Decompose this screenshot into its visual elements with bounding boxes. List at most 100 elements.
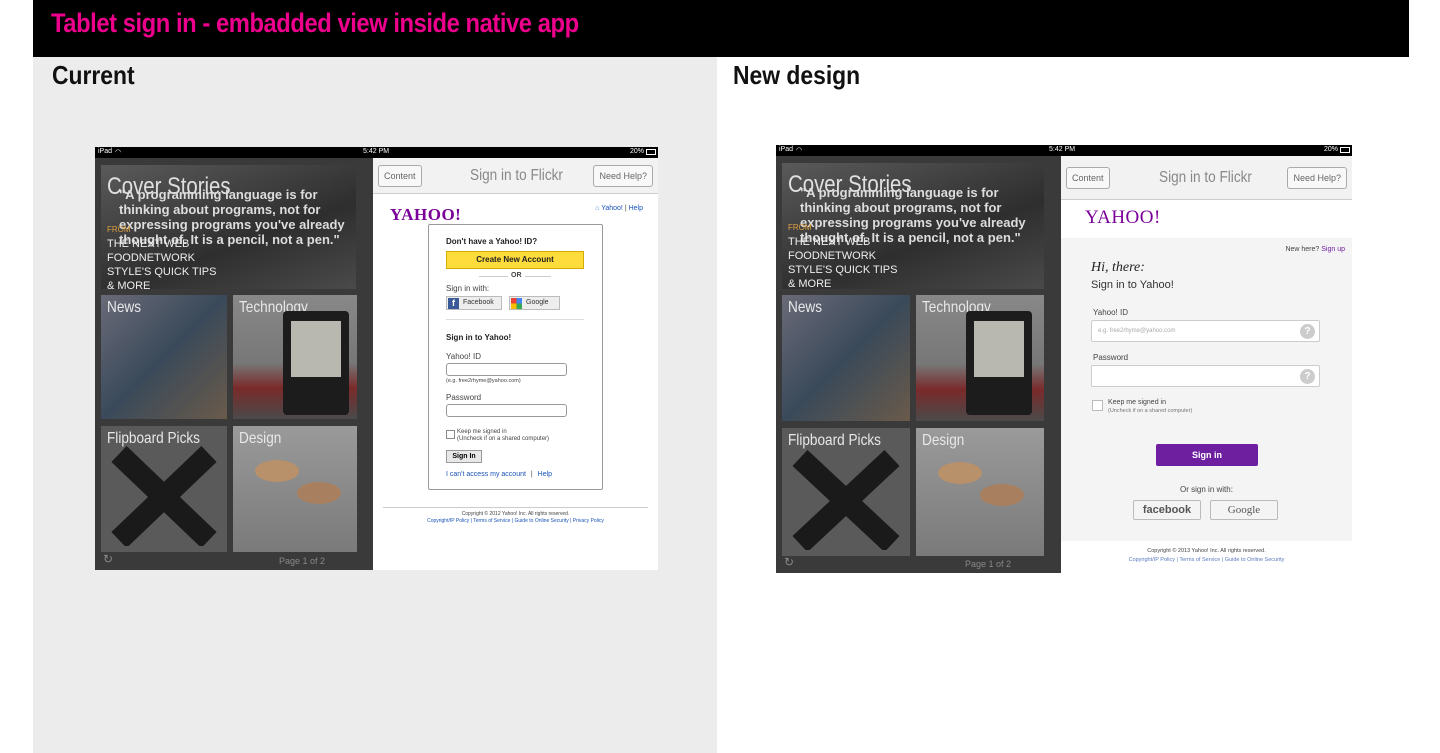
status-time: 5:42 PM [1049,146,1076,153]
page: Tablet sign in - embadded view inside na… [0,0,1440,753]
cant-access-link[interactable]: I can't access my account [446,471,526,478]
help-link[interactable]: Help [538,471,552,478]
yahoo-id-input[interactable]: e.g. free2rhyme@yahoo.com ? [1091,320,1320,342]
facebook-button[interactable]: facebook [1133,500,1201,520]
yahoo-id-input[interactable] [446,363,567,376]
keep-signed-in-label: Keep me signed in (Uncheck if on a share… [457,429,549,443]
google-button[interactable]: Google [509,296,560,310]
yahoo-logo: YAHOO! [390,205,462,224]
yahoo-id-placeholder: e.g. free2rhyme@yahoo.com [1098,328,1176,334]
password-input[interactable]: ? [1091,365,1320,387]
stool-image [255,460,299,482]
yahoo-logo: YAHOO! [1085,207,1161,228]
greeting: Hi, there: [1091,260,1145,275]
or-label: OR [508,272,525,279]
sign-in-box: Don't have a Yahoo! ID? Create New Accou… [428,224,603,490]
google-icon [511,298,522,309]
help-icon[interactable]: ? [1300,324,1315,339]
tile-label-flipboard-picks: Flipboard Picks [788,432,881,449]
content-back-button[interactable]: Content [378,165,422,187]
refresh-icon[interactable]: ↻ [103,552,113,566]
tile-design[interactable]: Design [233,426,357,552]
no-id-text: Don't have a Yahoo! ID? [446,237,538,246]
status-bar: iPad ◠ 5:42 PM 20% [95,147,658,158]
cover-item: FOODNETWORK [788,250,876,262]
cover-item: STYLE'S QUICK TIPS [107,266,217,278]
link-separator: | [624,205,627,212]
label-current: Current [52,60,135,90]
logo-band: YAHOO! [1061,200,1352,238]
tile-flipboard-picks[interactable]: Flipboard Picks [782,428,910,556]
sign-in-button[interactable]: Sign in [1156,444,1258,466]
sign-in-with-label: Sign in with: [446,284,490,293]
pager: Page 1 of 2 [965,559,1012,569]
sign-up-link[interactable]: Sign up [1321,246,1345,253]
footer-links[interactable]: Copyright/IP Policy | Terms of Service |… [373,518,658,524]
need-help-button[interactable]: Need Help? [593,165,653,187]
sign-in-subtitle: Sign in to Yahoo! [1091,279,1174,291]
google-button[interactable]: Google [1210,500,1278,520]
tile-flipboard-picks[interactable]: Flipboard Picks [101,426,227,552]
x-image [792,450,900,550]
tile-news[interactable]: News [101,295,227,419]
pane-nav-bar: Content Sign in to Flickr Need Help? [1061,156,1352,200]
help-icon[interactable]: ? [1300,369,1315,384]
tile-label-news: News [788,299,823,316]
keep-signed-text: Keep me signed in [1108,399,1166,406]
stool-image [938,462,982,484]
google-label: Google [526,299,549,306]
facebook-icon: f [448,298,459,309]
home-icon: ⌂ [595,205,600,212]
cover-item: STYLE'S QUICK TIPS [788,264,898,276]
flipboard-background: Cover Stories "A programming language is… [95,158,373,570]
tile-label-news: News [107,299,142,316]
keep-signed-in-checkbox[interactable] [446,430,455,439]
account-links: I can't access my account | Help [446,471,552,478]
x-image [111,446,217,546]
facebook-button[interactable]: f Facebook [446,296,502,310]
cover-list: FROM THE NEXT WEB FOODNETWORK STYLE'S QU… [788,221,897,289]
device-name: iPad [98,148,113,155]
yahoo-link[interactable]: Yahoo! [601,205,623,212]
keep-signed-hint: (Uncheck if on a shared computer) [1108,408,1193,414]
ipad-screenshot-new: iPad ◠ 5:42 PM 20% Cover Stories "A prog… [776,145,1352,573]
kindle-image [966,311,1032,415]
kindle-image [283,311,349,415]
tile-label-design: Design [239,430,282,447]
status-time: 5:42 PM [363,148,390,155]
keep-signed-in-checkbox[interactable] [1092,400,1103,411]
refresh-icon[interactable]: ↻ [784,555,794,569]
label-new-design: New design [733,60,861,90]
from-label: FROM [107,225,131,234]
footer-links[interactable]: Copyright/IP Policy | Terms of Service |… [1061,557,1352,563]
nav-title: Sign in to Flickr [1159,169,1252,186]
page-title: Tablet sign in - embadded view inside na… [51,8,579,38]
status-bar: iPad ◠ 5:42 PM 20% [776,145,1352,156]
tile-cover-stories[interactable]: Cover Stories "A programming language is… [101,165,356,289]
create-account-button[interactable]: Create New Account [446,251,584,269]
nav-title: Sign in to Flickr [470,167,563,184]
content-back-button[interactable]: Content [1066,167,1110,189]
link-separator: | [530,471,533,478]
from-label: FROM [788,223,812,232]
sign-in-pane-current: Content Sign in to Flickr Need Help? YAH… [373,158,658,570]
copyright: Copyright © 2013 Yahoo! Inc. All rights … [1147,548,1266,554]
keep-signed-hint: (Uncheck if on a shared computer) [457,436,550,442]
new-here-text: New here? [1285,246,1320,253]
tile-technology[interactable]: Technology [233,295,357,419]
battery-icon [1340,147,1350,153]
yahoo-id-label: Yahoo! ID [1093,308,1128,317]
tile-design[interactable]: Design [916,428,1044,556]
cover-list: FROM THE NEXT WEB FOODNETWORK STYLE'S QU… [107,223,216,289]
sign-in-button[interactable]: Sign In [446,450,482,463]
password-input[interactable] [446,404,567,417]
tile-technology[interactable]: Technology [916,295,1044,421]
tile-cover-stories[interactable]: Cover Stories "A programming language is… [782,163,1044,289]
ipad-screenshot-current: iPad ◠ 5:42 PM 20% Cover Stories "A prog… [95,147,658,570]
cover-item: & MORE [788,278,832,289]
footer-divider [383,507,648,508]
help-link[interactable]: Help [629,205,643,212]
tile-news[interactable]: News [782,295,910,421]
need-help-button[interactable]: Need Help? [1287,167,1347,189]
facebook-label: Facebook [463,299,494,306]
